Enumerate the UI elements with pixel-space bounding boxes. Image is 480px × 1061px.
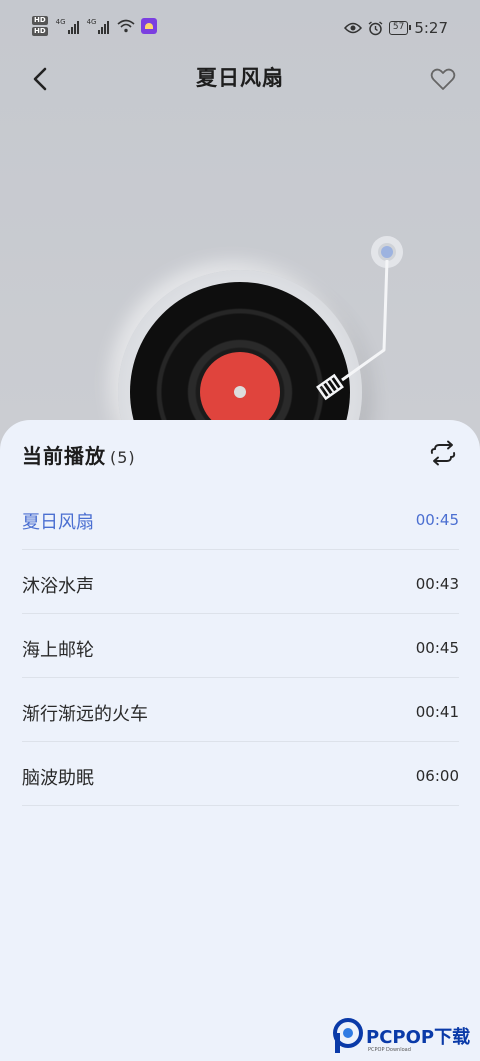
track-duration: 06:00 bbox=[415, 767, 459, 785]
track-name: 夏日风扇 bbox=[22, 512, 94, 533]
app-notification-icon bbox=[141, 18, 158, 34]
playlist-item-4[interactable]: 脑波助眠 06:00 bbox=[22, 742, 459, 806]
playlist-item-3[interactable]: 渐行渐远的火车 00:41 bbox=[22, 678, 459, 742]
heart-outline-icon[interactable] bbox=[428, 64, 458, 94]
watermark: PCPOP下载 PCPOP Download bbox=[332, 1015, 480, 1059]
battery-icon: 57 bbox=[388, 21, 412, 35]
playlist-item-1[interactable]: 沐浴水声 00:43 bbox=[22, 550, 459, 614]
watermark-subtext: PCPOP Download bbox=[368, 1047, 411, 1053]
network-type-1: 4G bbox=[55, 18, 66, 26]
pcpop-logo-icon bbox=[333, 1018, 363, 1053]
track-name: 海上邮轮 bbox=[22, 640, 94, 661]
record-spindle bbox=[234, 386, 246, 398]
hd-badge-top: HD bbox=[32, 16, 48, 25]
playlist-title-text: 当前播放 bbox=[22, 444, 106, 468]
hd-badge-bottom: HD bbox=[32, 27, 48, 36]
wifi-icon bbox=[117, 19, 135, 33]
page-title: 夏日风扇 bbox=[196, 66, 284, 90]
track-duration: 00:43 bbox=[415, 575, 459, 593]
hd-indicators: HD HD bbox=[32, 16, 48, 36]
status-left: HD HD 4G 4G bbox=[32, 16, 158, 36]
signal-icon: 4G bbox=[56, 18, 79, 34]
track-duration: 00:45 bbox=[415, 639, 459, 657]
playlist-title: 当前播放 (5) bbox=[22, 440, 136, 469]
playlist-sheet: 当前播放 (5) 夏日风扇 00:45 沐浴水声 00:43 海上邮轮 00:45… bbox=[0, 420, 480, 1061]
playlist-item-2[interactable]: 海上邮轮 00:45 bbox=[22, 614, 459, 678]
watermark-text: PCPOP下载 bbox=[366, 1027, 471, 1048]
playlist-count: (5) bbox=[110, 448, 136, 467]
track-name: 沐浴水声 bbox=[22, 576, 94, 597]
status-right: 57 5:27 bbox=[343, 19, 448, 37]
track-name: 渐行渐远的火车 bbox=[22, 704, 148, 725]
signal-icon-2: 4G bbox=[87, 18, 110, 34]
track-name: 脑波助眠 bbox=[22, 768, 94, 789]
loop-icon[interactable] bbox=[428, 440, 458, 466]
network-type-2: 4G bbox=[86, 18, 97, 26]
status-bar: HD HD 4G 4G 57 5:27 bbox=[0, 0, 480, 58]
header: 夏日风扇 bbox=[0, 58, 480, 100]
eye-icon bbox=[343, 22, 362, 34]
playlist-item-0[interactable]: 夏日风扇 00:45 bbox=[22, 486, 459, 550]
track-duration: 00:41 bbox=[415, 703, 459, 721]
track-duration: 00:45 bbox=[415, 511, 459, 529]
playlist: 夏日风扇 00:45 沐浴水声 00:43 海上邮轮 00:45 渐行渐远的火车… bbox=[22, 486, 459, 806]
clock: 5:27 bbox=[414, 19, 448, 37]
alarm-icon bbox=[368, 20, 383, 35]
tonearm-icon bbox=[316, 236, 403, 401]
